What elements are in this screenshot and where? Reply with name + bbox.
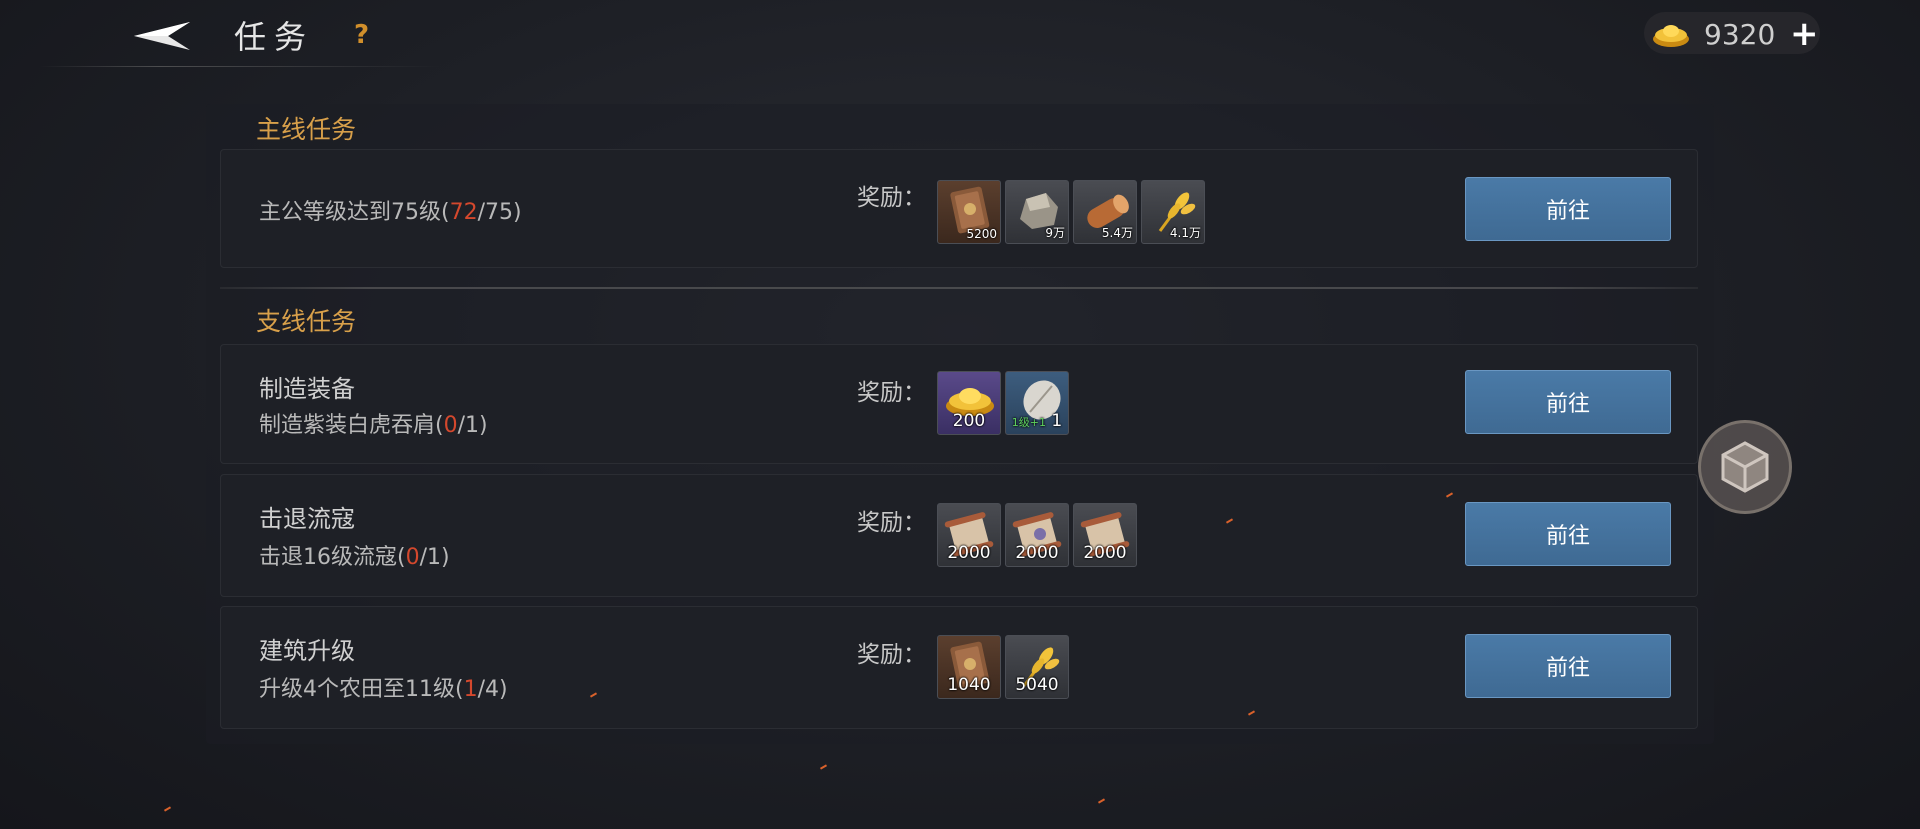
task-name: 建筑升级 [259, 637, 355, 665]
currency-value: 9320 [1704, 18, 1776, 51]
reward-label: 奖励： [857, 510, 926, 536]
task-description: 主公等级达到75级(72/75) [259, 200, 522, 225]
cube-icon [1721, 441, 1769, 493]
section-divider [220, 287, 1698, 289]
page-title: 任务 [234, 18, 315, 56]
reward-label: 奖励： [857, 185, 926, 211]
help-icon[interactable]: ? [354, 20, 369, 50]
top-bar: 任务 ? 9320 + [0, 0, 1920, 68]
currency-bar: 9320 + [1644, 12, 1820, 54]
reward-item[interactable]: 4.1万 [1141, 180, 1205, 244]
reward-item[interactable]: 2000 [1073, 503, 1137, 567]
task-description: 制造紫装白虎吞肩(0/1) [259, 413, 488, 438]
reward-item[interactable]: 9万 [1005, 180, 1069, 244]
side-quest-title: 支线任务 [256, 307, 357, 336]
reward-list: 5200 9万 5.4万 4.1万 [937, 180, 1205, 244]
ember-decoration [819, 764, 828, 770]
go-button[interactable]: 前往 [1465, 177, 1671, 241]
go-button[interactable]: 前往 [1465, 634, 1671, 698]
ember-decoration [1097, 798, 1106, 804]
add-currency-button[interactable]: + [1790, 14, 1819, 54]
go-button[interactable]: 前往 [1465, 370, 1671, 434]
reward-item[interactable]: 2000 [937, 503, 1001, 567]
gold-ingot-icon [1653, 25, 1689, 47]
reward-item[interactable]: 1040 [937, 635, 1001, 699]
reward-list: 200 1级+1 1 [937, 371, 1069, 435]
task-name: 制造装备 [259, 375, 355, 403]
back-button[interactable] [128, 16, 198, 56]
reward-item[interactable]: 2000 [1005, 503, 1069, 567]
task-description: 击退16级流寇(0/1) [259, 545, 450, 570]
main-task-row: 主公等级达到75级(72/75) 奖励： 5200 9万 5.4万 4.1万 前… [220, 149, 1698, 268]
floating-menu-button[interactable] [1698, 420, 1792, 514]
back-arrow-icon [134, 22, 190, 50]
reward-item[interactable]: 5.4万 [1073, 180, 1137, 244]
reward-label: 奖励： [857, 380, 926, 406]
reward-item[interactable]: 1级+1 1 [1005, 371, 1069, 435]
main-quest-title: 主线任务 [256, 115, 357, 144]
reward-item[interactable]: 5040 [1005, 635, 1069, 699]
side-task-row: 击退流寇 击退16级流寇(0/1) 奖励： 2000 2000 2000 前往 [220, 474, 1698, 597]
ember-decoration [163, 806, 172, 812]
side-task-row: 制造装备 制造紫装白虎吞肩(0/1) 奖励： 200 1级+1 1 前往 [220, 344, 1698, 464]
task-name: 击退流寇 [259, 505, 355, 533]
header-divider [40, 66, 440, 67]
side-task-row: 建筑升级 升级4个农田至11级(1/4) 奖励： 1040 5040 前往 [220, 606, 1698, 729]
reward-item[interactable]: 5200 [937, 180, 1001, 244]
reward-list: 2000 2000 2000 [937, 503, 1137, 567]
reward-item[interactable]: 200 [937, 371, 1001, 435]
reward-list: 1040 5040 [937, 635, 1069, 699]
reward-label: 奖励： [857, 642, 926, 668]
task-description: 升级4个农田至11级(1/4) [259, 677, 508, 702]
go-button[interactable]: 前往 [1465, 502, 1671, 566]
